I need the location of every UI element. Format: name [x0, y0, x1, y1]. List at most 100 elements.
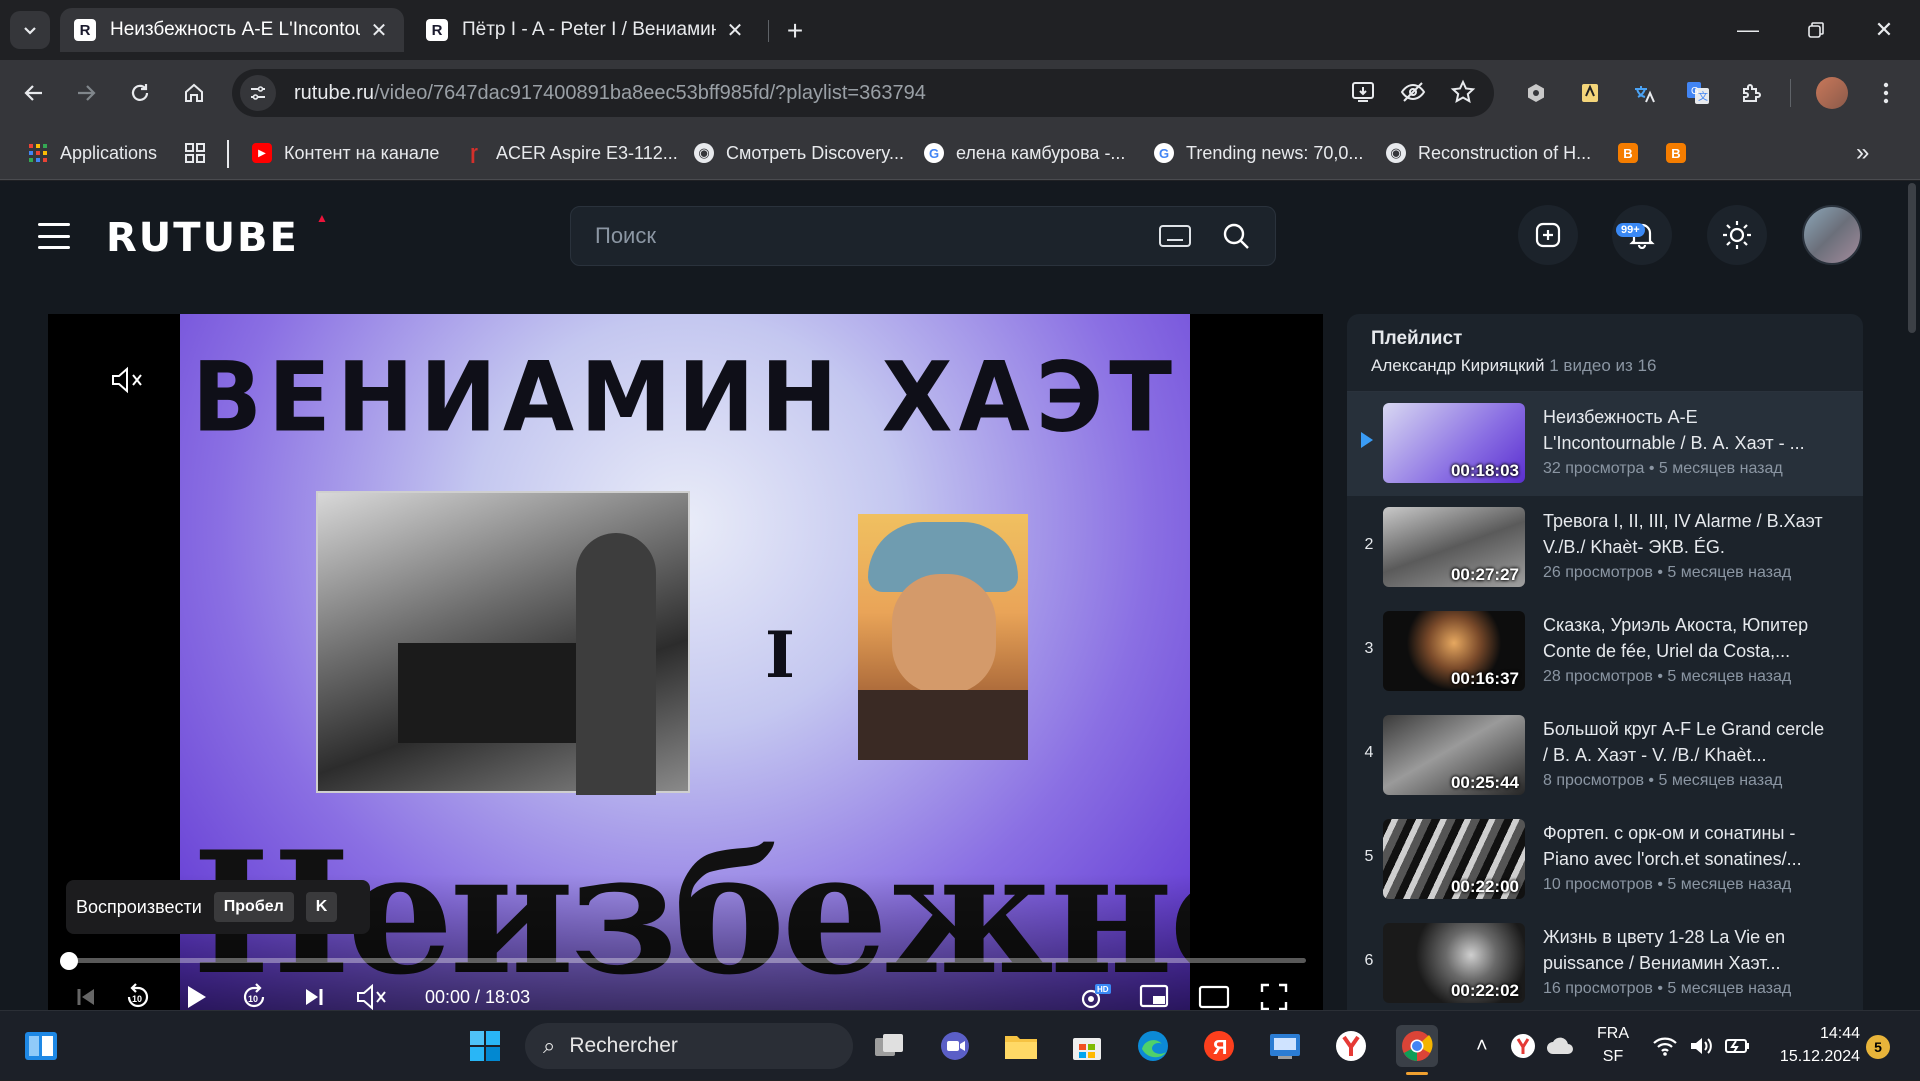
yandex-icon[interactable]: Я — [1198, 1025, 1240, 1067]
bookmark-applications[interactable]: Applications — [28, 140, 157, 166]
site-settings-icon[interactable] — [240, 75, 276, 111]
google-translate-icon[interactable]: G文 — [1682, 77, 1714, 109]
extensions-puzzle-icon[interactable] — [1736, 77, 1768, 109]
keyboard-icon[interactable] — [1159, 225, 1191, 247]
taskbar-search[interactable]: ⌕ Rechercher — [525, 1023, 853, 1069]
upload-button[interactable] — [1518, 205, 1578, 265]
edge-browser-icon[interactable] — [1132, 1025, 1174, 1067]
tab-close-icon[interactable]: ✕ — [368, 18, 390, 43]
video-title[interactable]: Большой круг A-F Le Grand cercle / В. А.… — [1543, 716, 1833, 768]
task-view-icon[interactable] — [868, 1025, 910, 1067]
playlist-item[interactable]: 2 00:27:27 Тревога I, II, III, IV Alarme… — [1347, 496, 1863, 600]
bookmark-item[interactable]: ɼ ACER Aspire E3-112... — [464, 140, 678, 166]
more-bookmarks-chevron-icon[interactable]: » — [1856, 139, 1869, 166]
video-title[interactable]: Фортеп. с орк-ом и сонатины - Piano avec… — [1543, 820, 1833, 872]
playlist-item[interactable]: 4 00:25:44 Большой круг A-F Le Grand cer… — [1347, 704, 1863, 808]
video-thumbnail[interactable]: 00:16:37 — [1383, 611, 1525, 691]
notification-count-badge[interactable]: 5 — [1866, 1035, 1890, 1059]
cloud-icon[interactable] — [1546, 1036, 1574, 1056]
language-indicator[interactable]: FRA SF — [1592, 1022, 1634, 1068]
miniplayer-button[interactable] — [1136, 979, 1172, 1010]
fullscreen-button[interactable] — [1256, 979, 1292, 1010]
video-player[interactable]: ВЕНИАМИН ХАЭТ I Неизбежность Воспроизвес… — [48, 314, 1323, 1010]
video-title[interactable]: Жизнь в цвету 1-28 La Vie en puissance /… — [1543, 924, 1833, 976]
rutube-logo[interactable]: RUTUBE — [106, 215, 299, 261]
bookmark-blogger-1[interactable]: B — [1618, 140, 1650, 166]
quality-button[interactable]: HD — [1076, 979, 1112, 1010]
bookmark-star-icon[interactable] — [1450, 79, 1476, 105]
video-thumbnail[interactable]: 00:22:00 — [1383, 819, 1525, 899]
tab-search-button[interactable] — [10, 11, 50, 49]
menu-hamburger-icon[interactable] — [38, 223, 70, 249]
file-explorer-icon[interactable] — [1000, 1025, 1042, 1067]
widgets-icon[interactable] — [20, 1025, 62, 1067]
microsoft-store-icon[interactable] — [1066, 1025, 1108, 1067]
yandex-tray-icon[interactable] — [1510, 1033, 1536, 1059]
clock[interactable]: 14:44 15.12.2024 — [1772, 1022, 1860, 1068]
restore-button[interactable] — [1796, 12, 1836, 48]
theater-mode-button[interactable] — [1196, 979, 1232, 1010]
minimize-button[interactable]: — — [1728, 12, 1768, 48]
video-title[interactable]: Сказка, Уриэль Акоста, Юпитер Conte de f… — [1543, 612, 1833, 664]
playlist-item[interactable]: 3 00:16:37 Сказка, Уриэль Акоста, Юпитер… — [1347, 600, 1863, 704]
tab-close-icon[interactable]: ✕ — [724, 18, 746, 43]
chrome-icon[interactable] — [1396, 1025, 1438, 1075]
playlist-item[interactable]: 00:18:03 Неизбежность A-E L'Incontournab… — [1347, 392, 1863, 496]
forward-10-button[interactable]: 10 — [236, 979, 272, 1010]
menu-kebab-icon[interactable] — [1870, 77, 1902, 109]
play-button[interactable] — [178, 979, 214, 1010]
address-bar[interactable]: rutube.ru/video/7647dac917400891ba8eec53… — [232, 69, 1494, 117]
video-thumbnail[interactable]: 00:25:44 — [1383, 715, 1525, 795]
bookmark-item[interactable]: ▶ Контент на канале — [252, 140, 439, 166]
home-button[interactable] — [174, 73, 214, 113]
video-thumbnail[interactable]: 00:27:27 — [1383, 507, 1525, 587]
profile-avatar[interactable] — [1816, 77, 1848, 109]
bookmark-item[interactable]: ◉ Смотреть Discovery... — [694, 140, 904, 166]
extension-translate-icon[interactable] — [1628, 77, 1660, 109]
progress-bar[interactable] — [60, 952, 1306, 970]
chevron-up-icon[interactable]: ˄ — [1476, 1035, 1488, 1058]
user-avatar[interactable] — [1802, 205, 1862, 265]
bookmark-item[interactable]: G Trending news: 70,0... — [1154, 140, 1363, 166]
video-thumbnail[interactable]: 00:22:02 — [1383, 923, 1525, 1003]
video-title[interactable]: Неизбежность A-E L'Incontournable / В. А… — [1543, 404, 1833, 456]
extension-hexagon-icon[interactable] — [1520, 77, 1552, 109]
reload-button[interactable] — [120, 73, 160, 113]
bookmark-folder-grid[interactable] — [184, 140, 206, 166]
back-button[interactable] — [14, 73, 54, 113]
video-thumbnail[interactable]: 00:18:03 — [1383, 403, 1525, 483]
progress-knob[interactable] — [60, 952, 78, 970]
search-box[interactable]: Поиск — [570, 206, 1276, 266]
muted-speaker-icon[interactable] — [110, 366, 144, 394]
start-windows-icon[interactable] — [464, 1025, 506, 1067]
search-input[interactable]: Поиск — [595, 223, 656, 249]
forward-button[interactable] — [66, 73, 106, 113]
yandex-browser-icon[interactable] — [1330, 1025, 1372, 1067]
video-title[interactable]: Тревога I, II, III, IV Alarme / В.Хаэт V… — [1543, 508, 1833, 560]
install-app-icon[interactable] — [1350, 79, 1376, 105]
search-icon[interactable] — [1221, 221, 1251, 251]
teams-chat-icon[interactable] — [934, 1025, 976, 1067]
mute-button[interactable] — [354, 979, 390, 1010]
rewind-10-button[interactable]: 10 — [120, 979, 156, 1010]
playlist-title: Плейлист — [1371, 328, 1463, 349]
extension-card-icon[interactable] — [1574, 77, 1606, 109]
bookmark-item[interactable]: G елена камбурова -... — [924, 140, 1125, 166]
taskbar-search-input[interactable]: Rechercher — [569, 1034, 678, 1058]
mail-app-icon[interactable] — [1264, 1025, 1306, 1067]
bookmark-blogger-2[interactable]: B — [1666, 140, 1698, 166]
new-tab-button[interactable]: + — [778, 14, 812, 48]
playlist-item[interactable]: 5 00:22:00 Фортеп. с орк-ом и сонатины -… — [1347, 808, 1863, 912]
browser-tab-active[interactable]: R Неизбежность A-E L'Incontournable ✕ — [60, 8, 404, 52]
theme-toggle-button[interactable] — [1707, 205, 1767, 265]
tray-status-icons[interactable] — [1652, 1011, 1752, 1081]
playlist-author[interactable]: Александр Кирияцкий — [1371, 356, 1545, 375]
page-scrollbar[interactable] — [1908, 183, 1916, 333]
playlist-item[interactable]: 6 00:22:02 Жизнь в цвету 1-28 La Vie en … — [1347, 912, 1863, 1010]
browser-tab[interactable]: R Пётр I - A - Peter I / Вениамин Хаэт ✕ — [412, 8, 760, 52]
bookmark-item[interactable]: ◉ Reconstruction of H... — [1386, 140, 1591, 166]
next-button[interactable] — [296, 979, 332, 1010]
previous-button[interactable] — [68, 979, 104, 1010]
eye-off-icon[interactable] — [1400, 79, 1426, 105]
close-window-button[interactable]: ✕ — [1864, 12, 1904, 48]
